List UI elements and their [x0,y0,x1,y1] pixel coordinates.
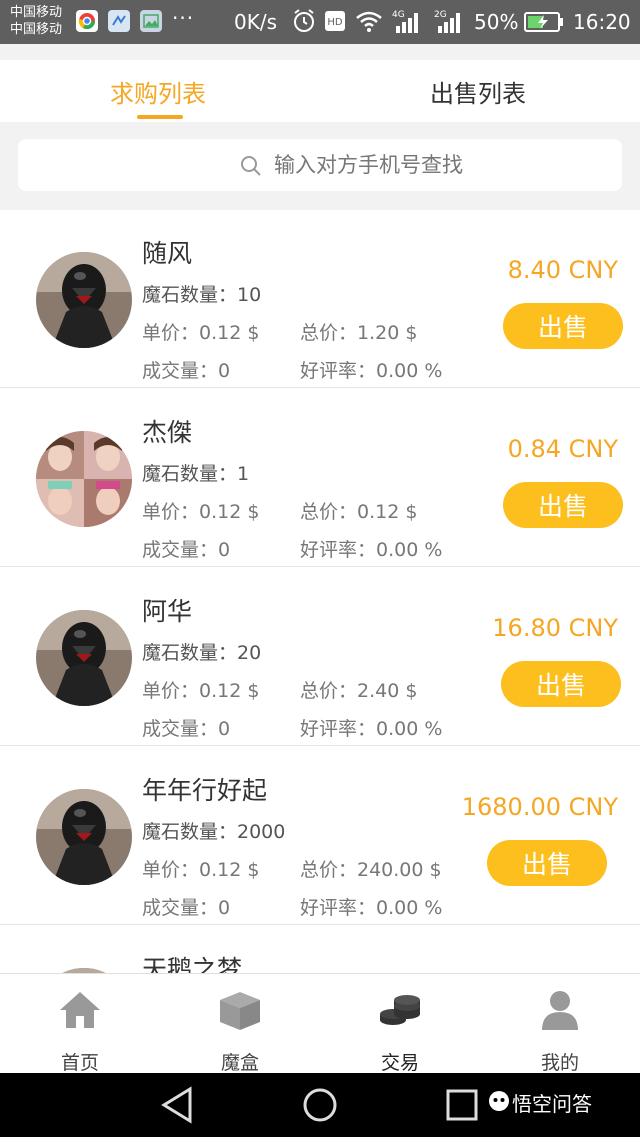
nav-trade[interactable]: 交易 [320,974,480,1074]
chrome-app-icon [76,10,98,32]
total-cny-price: 16.80 CNY [492,614,618,642]
total-cny-price: 1680.00 CNY [461,793,618,821]
rating: 好评率：0.00 % [300,897,443,919]
box-icon [216,988,264,1032]
more-notifications-icon: ··· [172,6,195,30]
unit-price: 单价：0.12 $ [142,501,260,523]
list-item: 年年行好起 魔石数量：2000 单价：0.12 $ 总价：240.00 $ 成交… [0,747,640,925]
signal-4g-icon: 4G [390,8,424,40]
nav-box[interactable]: 魔盒 [160,974,320,1074]
sell-button[interactable]: 出售 [487,840,607,886]
rating: 好评率：0.00 % [300,539,443,561]
unit-price: 单价：0.12 $ [142,859,260,881]
list-item: 阿华 魔石数量：20 单价：0.12 $ 总价：2.40 $ 成交量：0 好评率… [0,568,640,746]
sell-button[interactable]: 出售 [503,482,623,528]
list-item: 杰傑 魔石数量：1 单价：0.12 $ 总价：0.12 $ 成交量：0 好评率：… [0,389,640,567]
search-bar [18,139,622,191]
user-icon [536,988,584,1032]
svg-text:2G: 2G [434,10,447,20]
carrier-1: 中国移动 [10,5,63,20]
seller-name: 随风 [142,239,193,268]
carrier-info: 中国移动 中国移动 [10,4,62,38]
stone-quantity: 魔石数量：2000 [142,821,286,843]
battery-charging-icon [524,11,564,37]
hd-icon: HD [324,8,346,38]
total-price: 总价：0.12 $ [300,501,418,523]
alarm-icon [292,8,316,38]
battery-percent: 50% [474,10,519,34]
total-cny-price: 8.40 CNY [507,256,618,284]
total-price: 总价：240.00 $ [300,859,442,881]
home-icon [56,988,104,1032]
trade-volume: 成交量：0 [142,897,231,919]
avatar[interactable] [36,252,132,348]
app-screen: 中国移动 中国移动 ··· 0K/s HD 4G 2G 50% 16:20 求购… [0,0,640,1137]
gallery-notification-icon [140,10,162,32]
carrier-2: 中国移动 [10,22,63,37]
network-speed: 0K/s [234,10,277,34]
search-input[interactable] [274,147,594,183]
total-price: 总价：1.20 $ [300,322,418,344]
rating: 好评率：0.00 % [300,360,443,382]
unit-price: 单价：0.12 $ [142,322,260,344]
trade-volume: 成交量：0 [142,718,231,740]
total-price: 总价：2.40 $ [300,680,418,702]
nav-profile[interactable]: 我的 [480,974,640,1074]
wifi-icon [354,8,384,38]
nav-home[interactable]: 首页 [0,974,160,1074]
signal-2g-icon: 2G [432,8,466,40]
sell-button[interactable]: 出售 [503,303,623,349]
svg-text:HD: HD [327,17,343,28]
avatar[interactable] [36,610,132,706]
app-notification-icon [108,10,130,32]
clock: 16:20 [573,10,631,34]
nav-box-label: 魔盒 [220,1052,259,1074]
nav-home-label: 首页 [60,1052,99,1074]
list-item: 天鹅之梦 [0,926,640,973]
nav-trade-label: 交易 [380,1052,419,1074]
back-triangle-icon[interactable] [160,1085,196,1129]
trade-volume: 成交量：0 [142,360,231,382]
coins-icon [376,988,424,1032]
stone-quantity: 魔石数量：20 [142,642,262,664]
svg-text:4G: 4G [392,10,405,20]
search-icon [240,155,262,181]
watermark-text: 悟空问答 [512,1092,592,1116]
rating: 好评率：0.00 % [300,718,443,740]
list-item: 随风 魔石数量：10 单价：0.12 $ 总价：1.20 $ 成交量：0 好评率… [0,210,640,388]
recents-square-icon[interactable] [444,1085,480,1129]
unit-price: 单价：0.12 $ [142,680,260,702]
active-tab-indicator [137,115,183,119]
avatar[interactable] [36,789,132,885]
wukong-logo-icon [488,1090,510,1116]
stone-quantity: 魔石数量：10 [142,284,262,306]
nav-profile-label: 我的 [540,1052,579,1074]
stone-quantity: 魔石数量：1 [142,463,250,485]
seller-name: 杰傑 [142,418,193,447]
bottom-navigation: 首页 魔盒 交易 我的 [0,973,640,1074]
status-bar: 中国移动 中国移动 ··· 0K/s HD 4G 2G 50% 16:20 [0,0,640,44]
sell-button[interactable]: 出售 [501,661,621,707]
seller-name: 年年行好起 [142,776,268,805]
avatar[interactable] [36,431,132,527]
total-cny-price: 0.84 CNY [507,435,618,463]
buy-order-list: 随风 魔石数量：10 单价：0.12 $ 总价：1.20 $ 成交量：0 好评率… [0,210,640,973]
trade-volume: 成交量：0 [142,539,231,561]
tab-sell-list[interactable]: 出售列表 [430,74,526,109]
seller-name: 天鹅之梦 [142,955,243,973]
tab-buy-list[interactable]: 求购列表 [110,74,206,109]
seller-name: 阿华 [142,597,193,626]
tab-bar: 求购列表 出售列表 [0,60,640,122]
home-circle-icon[interactable] [302,1085,338,1129]
